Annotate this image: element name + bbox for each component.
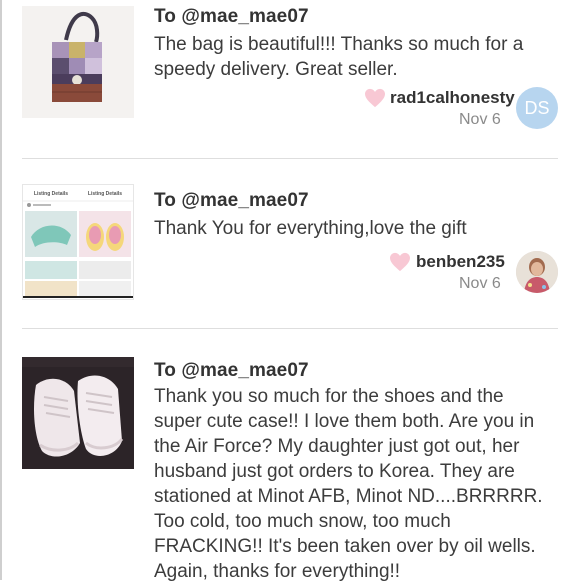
comment-recipient[interactable]: To @mae_mae07 [154,190,309,212]
comment-date: Nov 6 [459,275,501,292]
sender-username[interactable]: benben235 [416,252,505,272]
avatar[interactable] [516,251,558,293]
comment-message: The bag is beautiful!!! Thanks so much f… [154,34,524,80]
divider [22,328,558,329]
comment-message: Thank You for everything,love the gift [154,218,467,239]
left-border [0,0,2,580]
heart-icon[interactable] [389,252,411,272]
sender-username[interactable]: rad1calhonesty [390,88,515,108]
avatar[interactable]: DS [516,87,558,129]
comment-message: Thank you so much for the shoes and the … [154,386,543,582]
listing-screenshot-thumbnail[interactable]: Listing Details Listing Details [22,184,134,300]
comment-recipient[interactable]: To @mae_mae07 [154,360,309,382]
comment-recipient[interactable]: To @mae_mae07 [154,6,309,28]
heart-icon[interactable] [364,88,386,108]
sneakers-thumbnail[interactable] [22,357,134,469]
comment-date: Nov 6 [459,111,501,128]
bag-thumbnail[interactable] [22,6,134,118]
divider [22,158,558,159]
